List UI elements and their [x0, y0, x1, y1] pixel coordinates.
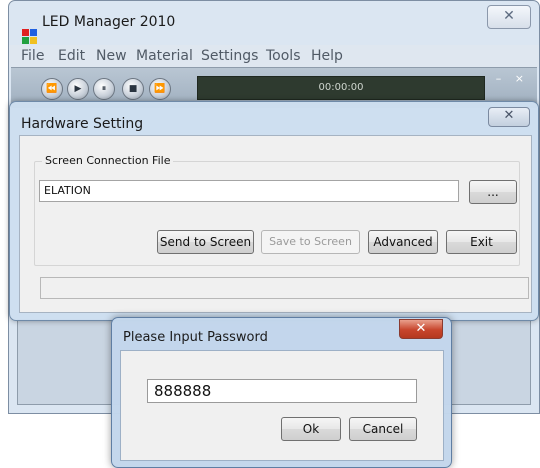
menu-file[interactable]: File — [21, 48, 44, 64]
time-display: 00:00:00 — [197, 76, 485, 100]
status-field — [40, 277, 529, 299]
exit-button[interactable]: Exit — [446, 230, 517, 254]
connection-group-label: Screen Connection File — [42, 154, 174, 167]
menu-help[interactable]: Help — [311, 48, 343, 64]
logo-square — [22, 29, 29, 36]
fast-forward-button[interactable]: ⏩ — [149, 78, 171, 100]
password-close-button[interactable]: ✕ — [399, 319, 443, 339]
password-input[interactable]: 888888 — [147, 379, 417, 403]
stop-button[interactable]: ■ — [122, 78, 144, 100]
play-button[interactable]: ▶ — [67, 78, 89, 100]
hardware-dialog-title: Hardware Setting — [21, 116, 144, 132]
menu-material[interactable]: Material — [136, 48, 193, 64]
logo-square — [22, 37, 29, 44]
menu-bar: File Edit New Material Settings Tools He… — [9, 45, 539, 67]
menu-edit[interactable]: Edit — [58, 48, 85, 64]
advanced-button[interactable]: Advanced — [368, 230, 438, 254]
app-logo-icon — [22, 29, 38, 45]
send-to-screen-button[interactable]: Send to Screen — [157, 230, 254, 254]
menu-tools[interactable]: Tools — [266, 48, 301, 64]
panel-minimize-close[interactable]: – × — [496, 72, 529, 85]
menu-new[interactable]: New — [96, 48, 127, 64]
logo-square — [30, 29, 37, 36]
password-dialog-title: Please Input Password — [123, 330, 268, 345]
ok-button[interactable]: Ok — [281, 417, 341, 441]
logo-square — [30, 37, 37, 44]
browse-button[interactable]: ... — [469, 180, 517, 204]
main-window-title: LED Manager 2010 — [42, 14, 176, 30]
hardware-dialog-body: Screen Connection File ELATION ... Send … — [19, 135, 532, 313]
main-close-button[interactable]: ✕ — [487, 5, 531, 29]
hardware-setting-dialog: Hardware Setting ✕ Screen Connection Fil… — [9, 101, 539, 321]
password-dialog-body: 888888 Ok Cancel — [120, 350, 444, 461]
cancel-button[interactable]: Cancel — [349, 417, 417, 441]
rewind-button[interactable]: ⏪ — [41, 78, 63, 100]
pause-button[interactable]: ⏸ — [93, 78, 115, 100]
save-to-screen-button[interactable]: Save to Screen — [261, 230, 360, 254]
menu-settings[interactable]: Settings — [201, 48, 258, 64]
password-dialog: Please Input Password ✕ 888888 Ok Cancel — [111, 317, 452, 468]
hardware-close-button[interactable]: ✕ — [488, 107, 530, 127]
connection-file-field[interactable]: ELATION — [39, 180, 459, 202]
